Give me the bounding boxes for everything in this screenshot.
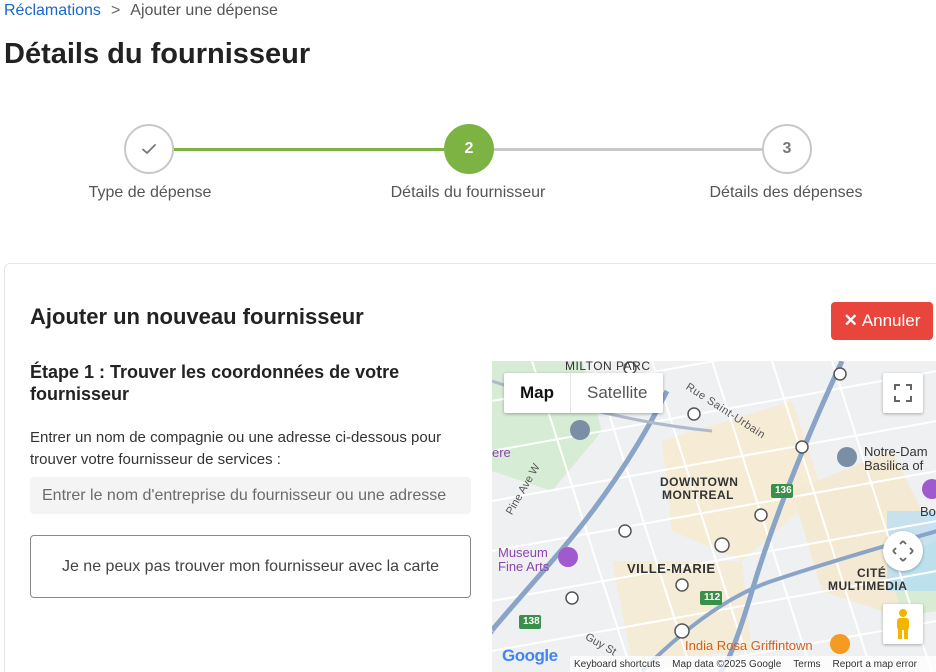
terms-link[interactable]: Terms	[793, 659, 820, 670]
map-copyright: Map data ©2025 Google	[672, 659, 782, 670]
map-label-notre-dame: Notre-Dam	[864, 444, 928, 459]
map-type-map-button[interactable]: Map	[504, 373, 571, 413]
breadcrumb: Réclamations > Ajouter une dépense	[4, 2, 278, 20]
map-label-ere: ere	[492, 445, 511, 460]
step-2-circle: 2	[444, 124, 494, 174]
map-pan-control[interactable]	[883, 531, 923, 571]
stepper-connector-upcoming	[494, 148, 762, 151]
step-1-label: Type de dépense	[88, 184, 212, 201]
breadcrumb-separator: >	[110, 2, 121, 19]
map-label-ville-marie: VILLE-MARIE	[627, 561, 716, 576]
map-label-museum: Museum	[498, 545, 548, 560]
fullscreen-icon	[894, 384, 912, 402]
page-title: Détails du fournisseur	[4, 38, 311, 70]
step-3-circle: 3	[762, 124, 812, 174]
google-logo-text: Google	[502, 646, 558, 665]
map-label-fine-arts: Fine Arts	[498, 559, 550, 574]
map-label-downtown: DOWNTOWN	[660, 475, 739, 489]
map-label-milton-parc: MILTON PARC	[565, 361, 651, 373]
map-label-bo: Bo	[920, 504, 936, 519]
card-title: Ajouter un nouveau fournisseur	[30, 304, 364, 329]
breadcrumb-current: Ajouter une dépense	[130, 2, 278, 19]
fullscreen-button[interactable]	[883, 373, 923, 413]
breadcrumb-link-reclamations[interactable]: Réclamations	[4, 2, 101, 20]
search-instructions: Entrer un nom de compagnie ou une adress…	[30, 429, 442, 468]
map-label-multimedia: MULTIMEDIA	[828, 579, 908, 593]
street-view-pegman[interactable]	[883, 604, 923, 644]
progress-stepper: 2 3 Type de dépense Détails du fournisse…	[0, 122, 936, 212]
map-label-montreal: MONTREAL	[662, 488, 734, 502]
keyboard-shortcuts-link[interactable]: Keyboard shortcuts	[574, 659, 660, 670]
pegman-icon	[897, 609, 909, 639]
map-type-toggle: Map Satellite	[504, 373, 664, 413]
add-supplier-card: Ajouter un nouveau fournisseur ✕ Annuler…	[4, 263, 936, 672]
route-138-label: 138	[523, 616, 540, 627]
map-widget[interactable]: 136 112 138 MILTON PARC Rue Saint-Urbain…	[492, 361, 936, 672]
report-map-error-link[interactable]: Report a map error	[833, 659, 917, 670]
map-footer: Keyboard shortcuts Map data ©2025 Google…	[570, 656, 936, 672]
cancel-button[interactable]: ✕ Annuler	[831, 302, 933, 340]
map-label-india-rosa: India Rosa Griffintown	[685, 638, 813, 653]
map-label-cite: CITÉ	[857, 566, 887, 580]
route-112-label: 112	[704, 592, 721, 603]
map-type-satellite-button[interactable]: Satellite	[571, 373, 663, 413]
step-heading: Étape 1 : Trouver les coordonnées de vot…	[30, 362, 400, 404]
close-icon: ✕	[843, 311, 858, 330]
supplier-search-input[interactable]	[30, 477, 471, 514]
cancel-button-label: Annuler	[861, 311, 921, 330]
map-label-basilica: Basilica of	[864, 458, 924, 473]
step-2-label: Détails du fournisseur	[390, 184, 546, 201]
checkmark-icon	[142, 144, 156, 154]
move-arrows-icon	[892, 540, 914, 562]
cant-find-supplier-button[interactable]: Je ne peux pas trouver mon fournisseur a…	[30, 535, 471, 598]
google-logo: Google	[502, 646, 558, 666]
step-3-label: Détails des dépenses	[709, 184, 863, 201]
route-136-label: 136	[775, 485, 792, 496]
stepper-connector-completed	[174, 148, 444, 151]
step-1-circle	[124, 124, 174, 174]
